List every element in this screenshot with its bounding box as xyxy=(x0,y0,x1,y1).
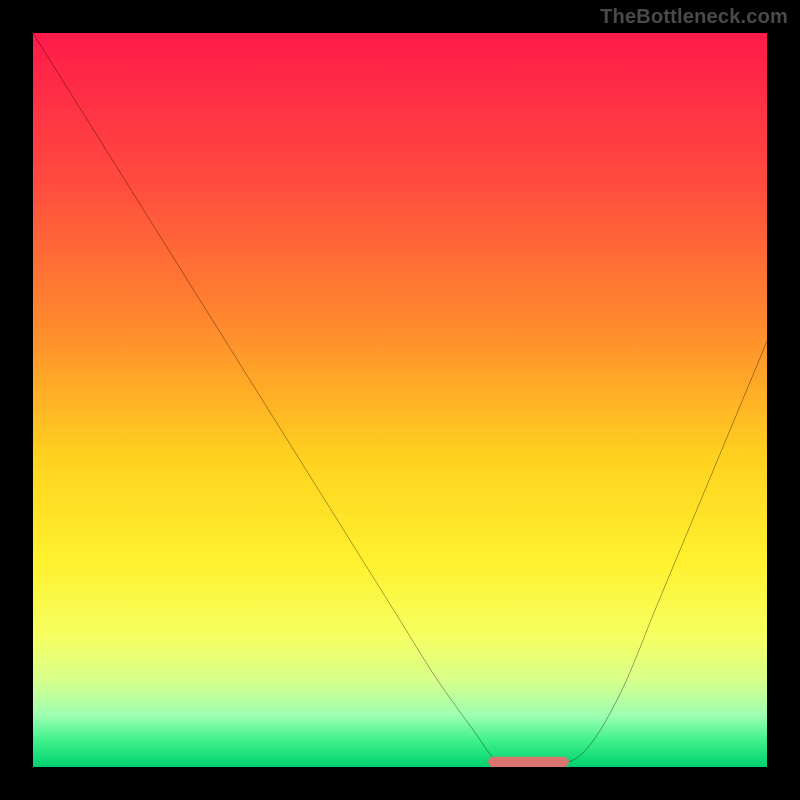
curve-layer xyxy=(33,33,767,767)
chart-frame: TheBottleneck.com xyxy=(0,0,800,800)
plot-area xyxy=(33,33,767,767)
watermark-text: TheBottleneck.com xyxy=(600,6,788,29)
plot-inner xyxy=(33,33,767,767)
optimal-range-marker xyxy=(488,757,569,767)
bottleneck-curve-path xyxy=(33,33,767,767)
